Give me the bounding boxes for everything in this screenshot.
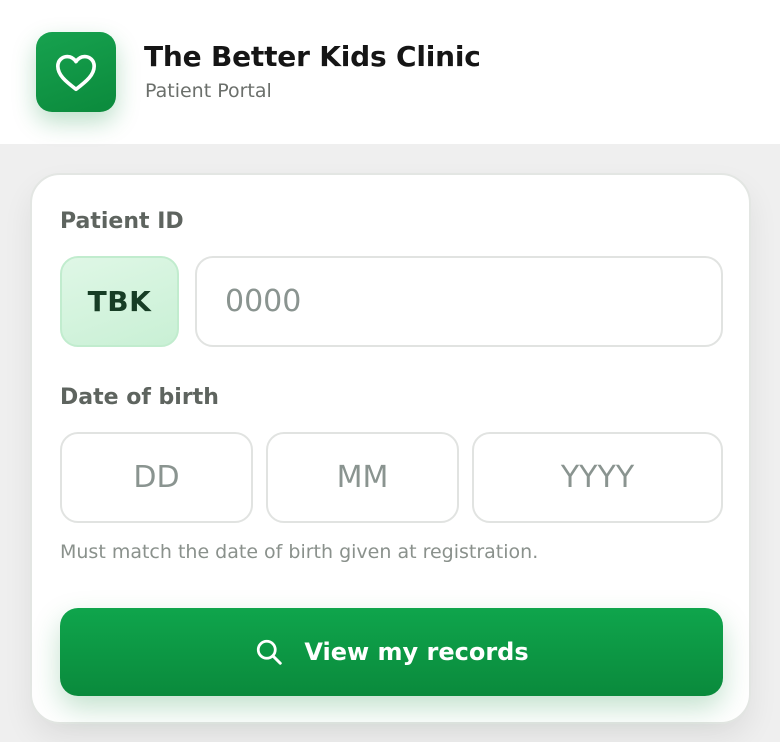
dob-hint: Must match the date of birth given at re… <box>60 541 539 563</box>
dob-year-input[interactable] <box>474 460 721 495</box>
clinic-logo <box>36 32 116 112</box>
portal-subtitle: Patient Portal <box>145 80 272 102</box>
dob-day-input[interactable] <box>62 460 251 495</box>
dob-day-field[interactable] <box>60 432 253 523</box>
dob-year-field[interactable] <box>472 432 723 523</box>
view-records-label: View my records <box>304 638 529 666</box>
dob-label: Date of birth <box>60 385 219 410</box>
patient-id-input[interactable] <box>225 284 721 319</box>
search-icon <box>254 637 284 667</box>
patient-id-field[interactable] <box>195 256 723 347</box>
patient-id-label: Patient ID <box>60 209 184 234</box>
view-records-button[interactable]: View my records <box>60 608 723 696</box>
dob-month-input[interactable] <box>268 460 457 495</box>
lookup-form-card: Patient ID TBK Date of birth Must match … <box>30 173 751 724</box>
clinic-name: The Better Kids Clinic <box>144 40 481 73</box>
app-header: The Better Kids Clinic Patient Portal <box>0 0 780 144</box>
patient-id-prefix: TBK <box>60 256 179 347</box>
dob-month-field[interactable] <box>266 432 459 523</box>
heart-icon <box>55 54 96 92</box>
